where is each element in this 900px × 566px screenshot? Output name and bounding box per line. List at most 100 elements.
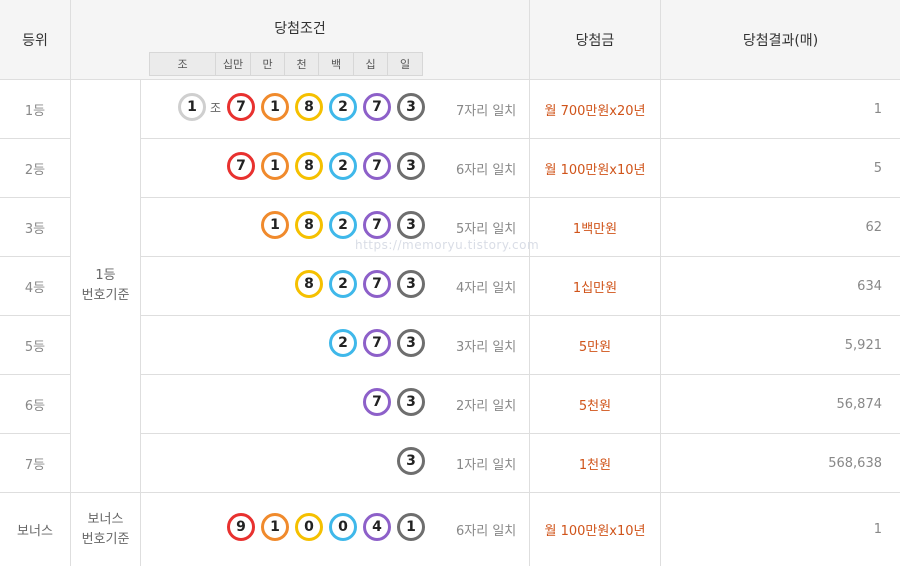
rank-label: 2등 bbox=[24, 162, 46, 178]
row-2-match: 6자리 일치 bbox=[456, 163, 517, 178]
prize-amount: 5만원 bbox=[578, 339, 612, 355]
rank-label: 6등 bbox=[24, 398, 46, 414]
row-4-prize: 1십만원 bbox=[530, 257, 661, 316]
row-bonus-rank: 보너스 bbox=[0, 493, 71, 566]
ball-ten-thousands: 1 bbox=[261, 513, 289, 541]
ball-ones: 3 bbox=[397, 270, 425, 298]
ball-thousands: 8 bbox=[295, 270, 323, 298]
digit-header-ones: 일 bbox=[387, 52, 423, 76]
ball-jo: 1 bbox=[177, 93, 206, 121]
row-7-count: 568,638 bbox=[661, 434, 900, 493]
ball-tens: 7 bbox=[363, 270, 391, 298]
digit-header-row: 조 십만 만 천 백 십 일 bbox=[149, 52, 423, 76]
watermark: https://memoryu.tistory.com bbox=[355, 238, 540, 252]
row-4-count: 634 bbox=[661, 257, 900, 316]
ball-thousands: 0 bbox=[295, 513, 323, 541]
ball-tens: 7 bbox=[363, 329, 391, 357]
rank-label: 7등 bbox=[24, 457, 46, 473]
digit-header-ten-thousands: 만 bbox=[250, 52, 284, 76]
group-bonus-label-1: 보너스 bbox=[87, 511, 124, 527]
winner-count: 56,874 bbox=[836, 396, 883, 412]
ball-ones: 1 bbox=[397, 513, 425, 541]
row-3-match: 5자리 일치 bbox=[456, 222, 517, 237]
ball-ones: 3 bbox=[397, 329, 425, 357]
rank-label: 보너스 bbox=[17, 524, 53, 539]
ball-tens: 7 bbox=[363, 93, 391, 121]
row-1-match: 7자리 일치 bbox=[456, 104, 517, 119]
row-5-count: 5,921 bbox=[661, 316, 900, 375]
header-rank-label: 등위 bbox=[22, 32, 48, 49]
ball-ones: 3 bbox=[397, 152, 425, 180]
row-bonus-balls: 9 1 0 0 4 1 bbox=[141, 513, 425, 541]
winner-count: 634 bbox=[857, 278, 882, 294]
prize-amount: 1십만원 bbox=[572, 280, 618, 296]
digit-header-hundred-thousands: 십만 bbox=[215, 52, 250, 76]
rank-label: 1등 bbox=[24, 103, 46, 119]
header-result: 당첨결과(매) bbox=[661, 0, 900, 80]
row-bonus-match: 6자리 일치 bbox=[456, 524, 517, 539]
row-2-count: 5 bbox=[661, 139, 900, 198]
row-4-match: 4자리 일치 bbox=[456, 281, 517, 296]
group-bonus-basis: 보너스 번호기준 bbox=[71, 493, 141, 566]
group-main-label-2: 번호기준 bbox=[81, 288, 130, 303]
header-prize-label: 당첨금 bbox=[575, 32, 615, 49]
winner-count: 1 bbox=[873, 101, 882, 117]
ball-ten-thousands: 1 bbox=[261, 93, 289, 121]
digit-header-thousands: 천 bbox=[284, 52, 318, 76]
ball-hundreds: 2 bbox=[329, 93, 357, 121]
digit-header-hundreds: 백 bbox=[318, 52, 353, 76]
digit-header-tens: 십 bbox=[353, 52, 387, 76]
row-6-balls: 7 3 bbox=[141, 388, 425, 416]
prize-amount: 월 700만원x20년 bbox=[544, 103, 646, 119]
winner-count: 5 bbox=[873, 160, 882, 176]
row-2-balls: 7 1 8 2 7 3 bbox=[141, 152, 425, 180]
row-3-balls: 1 8 2 7 3 bbox=[141, 211, 425, 239]
header-result-label: 당첨결과(매) bbox=[742, 32, 819, 49]
row-1-balls: 1 조 7 1 8 2 7 3 bbox=[141, 93, 425, 121]
winner-count: 5,921 bbox=[844, 337, 882, 353]
ball-ones: 3 bbox=[397, 447, 425, 475]
ball-hundred-thousands: 7 bbox=[227, 152, 255, 180]
row-5-rank: 5등 bbox=[0, 316, 71, 375]
ball-ten-thousands: 1 bbox=[261, 211, 289, 239]
group-bonus-label-2: 번호기준 bbox=[81, 531, 130, 547]
row-6-match: 2자리 일치 bbox=[456, 399, 517, 414]
row-bonus-prize: 월 100만원x10년 bbox=[530, 493, 661, 566]
ball-tens: 7 bbox=[363, 388, 391, 416]
ball-ones: 3 bbox=[397, 211, 425, 239]
row-1-count: 1 bbox=[661, 80, 900, 139]
row-2-rank: 2등 bbox=[0, 139, 71, 198]
ball-hundreds: 2 bbox=[329, 152, 357, 180]
ball-ten-thousands: 1 bbox=[261, 152, 289, 180]
ball-tens: 7 bbox=[363, 152, 391, 180]
prize-amount: 월 100만원x10년 bbox=[544, 524, 646, 539]
ball-hundred-thousands: 9 bbox=[227, 513, 255, 541]
ball-ones: 3 bbox=[397, 388, 425, 416]
group-main-label-1: 1등 bbox=[95, 268, 116, 283]
winner-count: 62 bbox=[865, 219, 882, 235]
rank-label: 3등 bbox=[24, 221, 46, 237]
row-5-match: 3자리 일치 bbox=[456, 340, 517, 355]
row-6-count: 56,874 bbox=[661, 375, 900, 434]
rank-label: 5등 bbox=[24, 339, 46, 355]
prize-amount: 1백만원 bbox=[572, 221, 618, 237]
ball-hundreds: 2 bbox=[329, 270, 357, 298]
row-7-balls: 3 bbox=[141, 447, 425, 475]
row-2-prize: 월 100만원x10년 bbox=[530, 139, 661, 198]
header-condition-label: 당첨조건 bbox=[274, 21, 326, 37]
ball-thousands: 8 bbox=[295, 152, 323, 180]
row-6-rank: 6등 bbox=[0, 375, 71, 434]
ball-hundred-thousands: 7 bbox=[227, 93, 255, 121]
row-7-prize: 1천원 bbox=[530, 434, 661, 493]
row-7-rank: 7등 bbox=[0, 434, 71, 493]
ball-thousands: 8 bbox=[295, 211, 323, 239]
ball-hundreds: 0 bbox=[329, 513, 357, 541]
row-4-rank: 4등 bbox=[0, 257, 71, 316]
ball-ones: 3 bbox=[397, 93, 425, 121]
digit-header-jo: 조 bbox=[149, 52, 215, 76]
row-1-prize: 월 700만원x20년 bbox=[530, 80, 661, 139]
row-3-count: 62 bbox=[661, 198, 900, 257]
row-5-balls: 2 7 3 bbox=[141, 329, 425, 357]
ball-hundreds: 2 bbox=[329, 329, 357, 357]
row-7-match: 1자리 일치 bbox=[456, 458, 517, 473]
